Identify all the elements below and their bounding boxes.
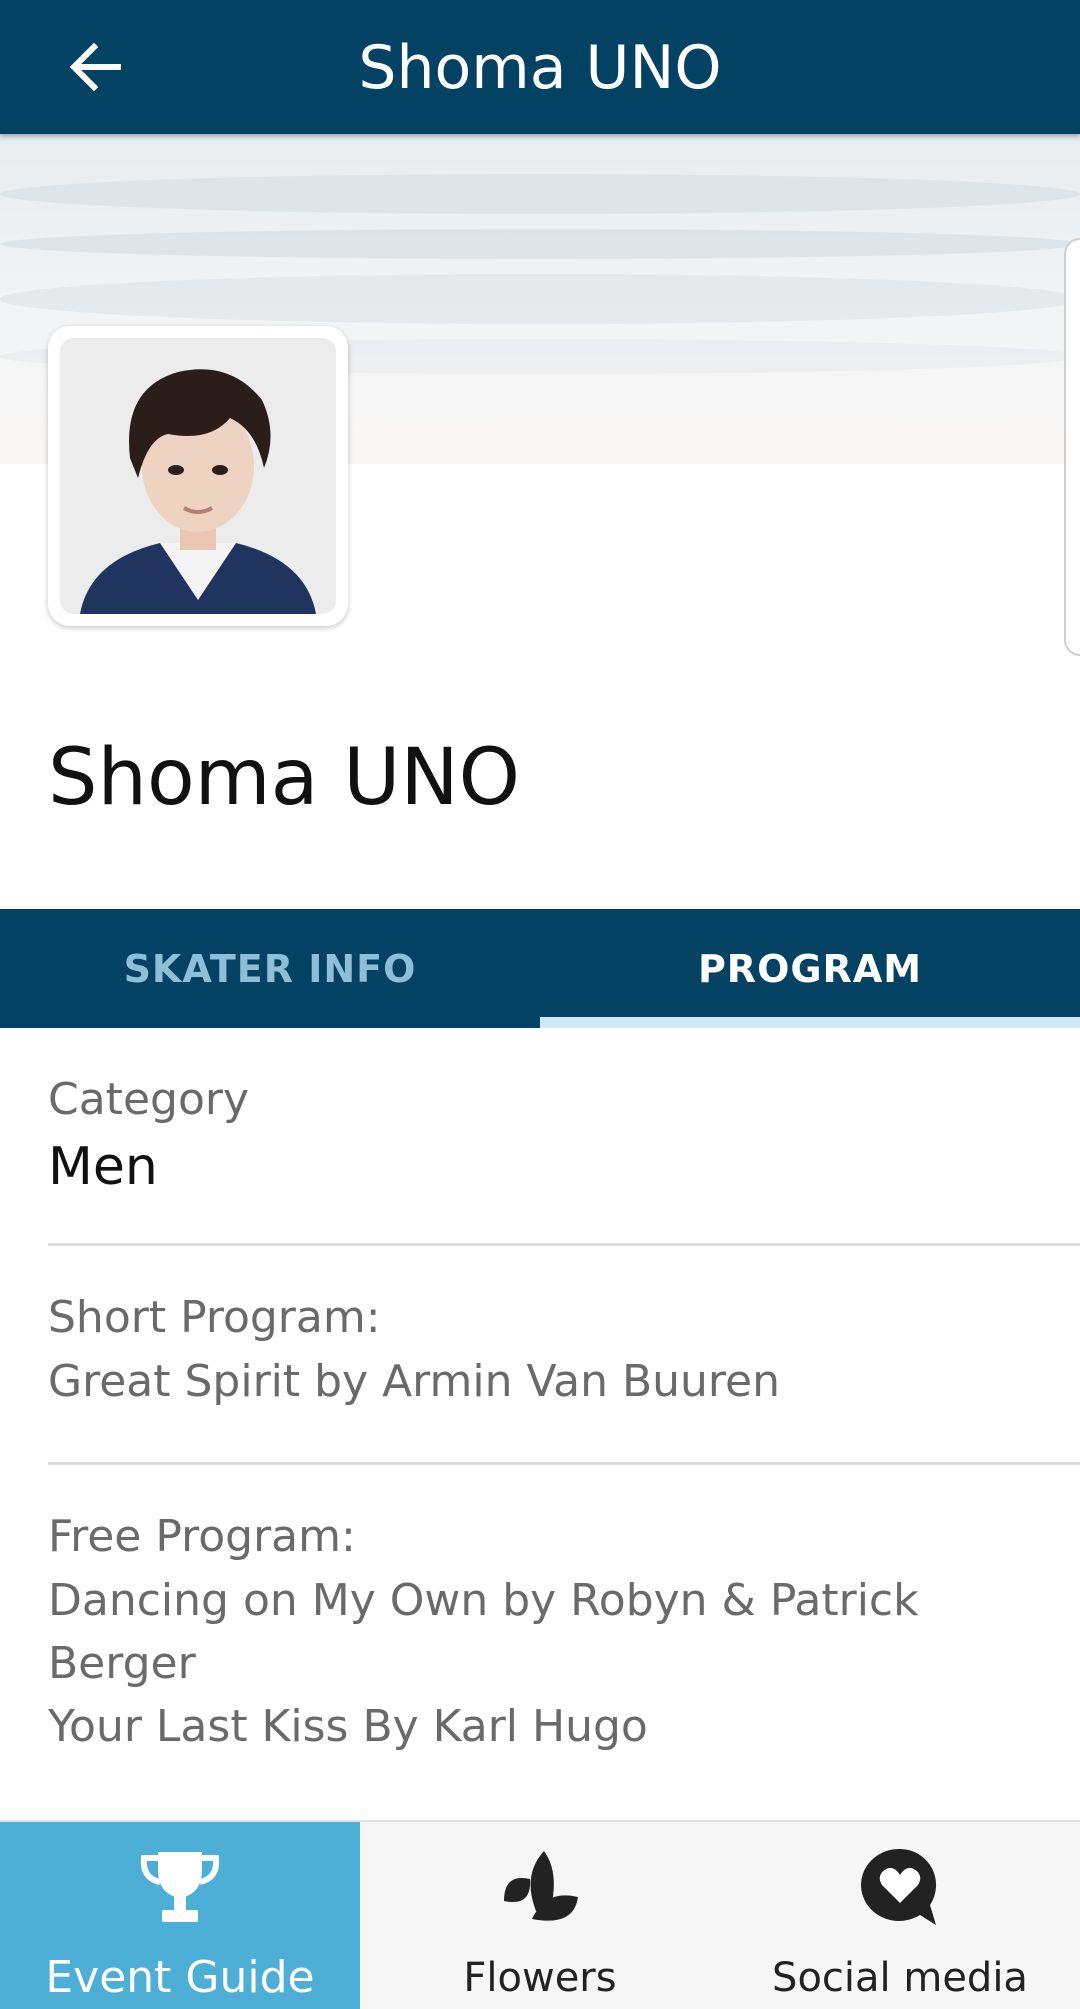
category-label: Category: [48, 1074, 249, 1125]
nav-social-media[interactable]: Social media: [720, 1822, 1080, 2009]
free-program-line: Berger: [48, 1638, 196, 1689]
free-program-label: Free Program:: [48, 1511, 356, 1562]
tab-program[interactable]: PROGRAM: [540, 909, 1080, 1028]
nav-label: Flowers: [463, 1955, 617, 2001]
category-section: Category Men: [48, 1068, 1080, 1202]
bottom-navigation: Event Guide Flowers Social media: [0, 1820, 1080, 2009]
free-program-section: Free Program: Dancing on My Own by Robyn…: [48, 1505, 1080, 1758]
short-program-value: Great Spirit by Armin Van Buuren: [48, 1356, 781, 1407]
category-value: Men: [48, 1137, 158, 1197]
divider: [48, 1243, 1080, 1246]
chat-heart-icon: [861, 1848, 937, 1925]
trophy-icon: [140, 1852, 220, 1922]
short-program-section: Short Program: Great Spirit by Armin Van…: [48, 1286, 1080, 1413]
nav-flowers[interactable]: Flowers: [360, 1822, 720, 2009]
nav-event-guide[interactable]: Event Guide: [0, 1822, 360, 2009]
screen-edge-handle: [1064, 238, 1080, 656]
divider: [48, 1462, 1080, 1465]
nav-label: Social media: [772, 1955, 1028, 2001]
tab-bar: SKATER INFO PROGRAM: [0, 909, 1080, 1028]
free-program-line: Dancing on My Own by Robyn & Patrick: [48, 1575, 919, 1626]
skater-name: Shoma UNO: [48, 733, 521, 823]
flower-icon: [504, 1851, 578, 1921]
app-bar: Shoma UNO: [0, 0, 1080, 134]
page-title: Shoma UNO: [358, 33, 722, 103]
nav-label: Event Guide: [45, 1952, 315, 2003]
skater-portrait: [60, 338, 336, 614]
tab-indicator: [540, 1017, 1080, 1028]
short-program-label: Short Program:: [48, 1292, 381, 1343]
free-program-line: Your Last Kiss By Karl Hugo: [48, 1701, 648, 1752]
avatar: [48, 326, 348, 626]
tab-skater-info[interactable]: SKATER INFO: [0, 909, 540, 1028]
